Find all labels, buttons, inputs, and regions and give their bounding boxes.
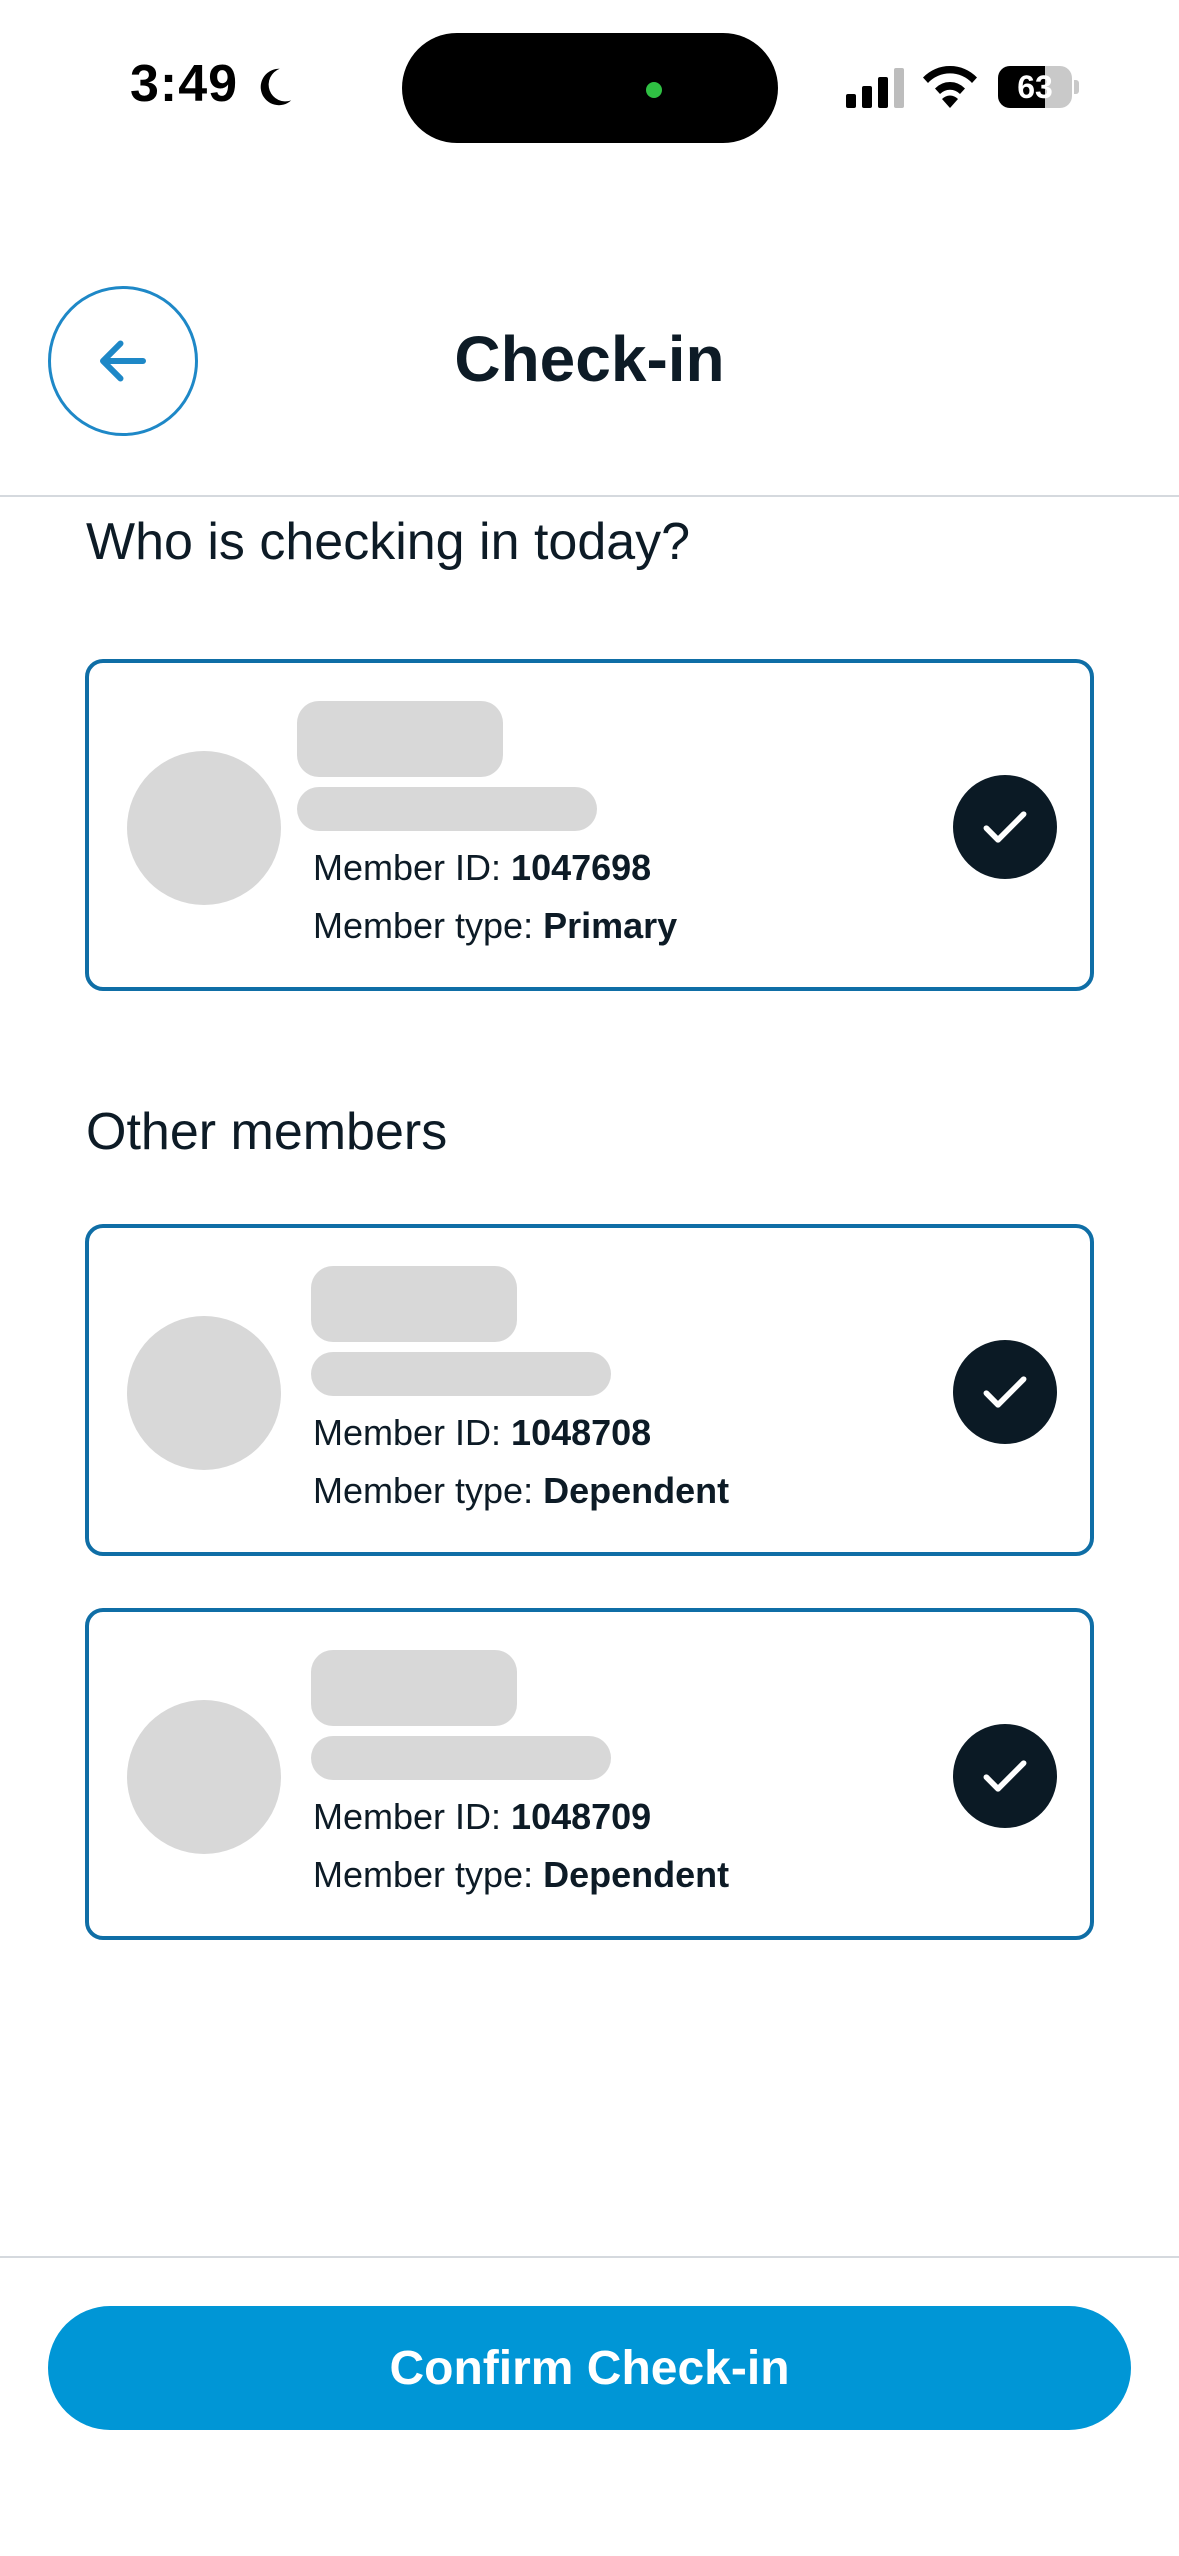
member-type-line: Member type: Dependent — [313, 1470, 729, 1512]
member-type-line: Member type: Dependent — [313, 1854, 729, 1896]
selected-checkmark[interactable] — [953, 775, 1057, 879]
avatar — [127, 1700, 281, 1854]
selected-checkmark[interactable] — [953, 1724, 1057, 1828]
member-id-label: Member ID: — [313, 1412, 512, 1453]
footer-divider — [0, 2256, 1179, 2258]
member-id-line: Member ID: 1048709 — [313, 1796, 651, 1838]
status-time: 3:49 — [130, 55, 239, 113]
member-type-label: Member type: — [313, 1470, 544, 1511]
checkmark-icon — [983, 811, 1027, 843]
member-type-label: Member type: — [313, 905, 544, 946]
name-placeholder — [311, 1266, 517, 1342]
battery-cap — [1074, 80, 1079, 94]
battery-body: 63 — [998, 66, 1072, 108]
member-type-value: Dependent — [543, 1854, 730, 1895]
member-type-label: Member type: — [313, 1854, 544, 1895]
member-id-value: 1047698 — [511, 847, 652, 888]
selected-checkmark[interactable] — [953, 1340, 1057, 1444]
moon-icon — [260, 68, 292, 106]
battery-level: 63 — [1017, 69, 1053, 105]
member-id-line: Member ID: 1047698 — [313, 847, 651, 889]
status-bar: 3:49 63 — [0, 0, 1179, 170]
avatar — [127, 751, 281, 905]
page-title: Check-in — [454, 323, 725, 395]
subtitle-placeholder — [311, 1352, 611, 1396]
member-id-line: Member ID: 1048708 — [313, 1412, 651, 1454]
member-id-label: Member ID: — [313, 847, 512, 888]
battery-icon: 63 — [998, 66, 1079, 108]
checkmark-icon — [983, 1376, 1027, 1408]
member-id-value: 1048708 — [511, 1412, 652, 1453]
signal-icon — [846, 68, 904, 108]
avatar — [127, 1316, 281, 1470]
member-type-line: Member type: Primary — [313, 905, 677, 947]
member-id-label: Member ID: — [313, 1796, 512, 1837]
name-placeholder — [297, 701, 503, 777]
member-card-dependent-2[interactable]: Member ID: 1048709 Member type: Dependen… — [85, 1608, 1094, 1940]
wifi-icon — [923, 65, 977, 108]
member-card-dependent-1[interactable]: Member ID: 1048708 Member type: Dependen… — [85, 1224, 1094, 1556]
subtitle-placeholder — [311, 1736, 611, 1780]
checkmark-icon — [983, 1760, 1027, 1792]
page-header: Check-in — [0, 170, 1179, 497]
member-card-primary[interactable]: Member ID: 1047698 Member type: Primary — [85, 659, 1094, 991]
subtitle-placeholder — [297, 787, 597, 831]
confirm-checkin-button[interactable]: Confirm Check-in — [48, 2306, 1131, 2430]
others-section-heading: Other members — [86, 1103, 448, 1161]
member-id-value: 1048709 — [511, 1796, 652, 1837]
primary-section-heading: Who is checking in today? — [86, 513, 691, 571]
member-type-value: Dependent — [543, 1470, 730, 1511]
name-placeholder — [311, 1650, 517, 1726]
camera-indicator-dot — [646, 82, 662, 98]
dynamic-island — [402, 33, 778, 143]
member-type-value: Primary — [543, 905, 678, 946]
